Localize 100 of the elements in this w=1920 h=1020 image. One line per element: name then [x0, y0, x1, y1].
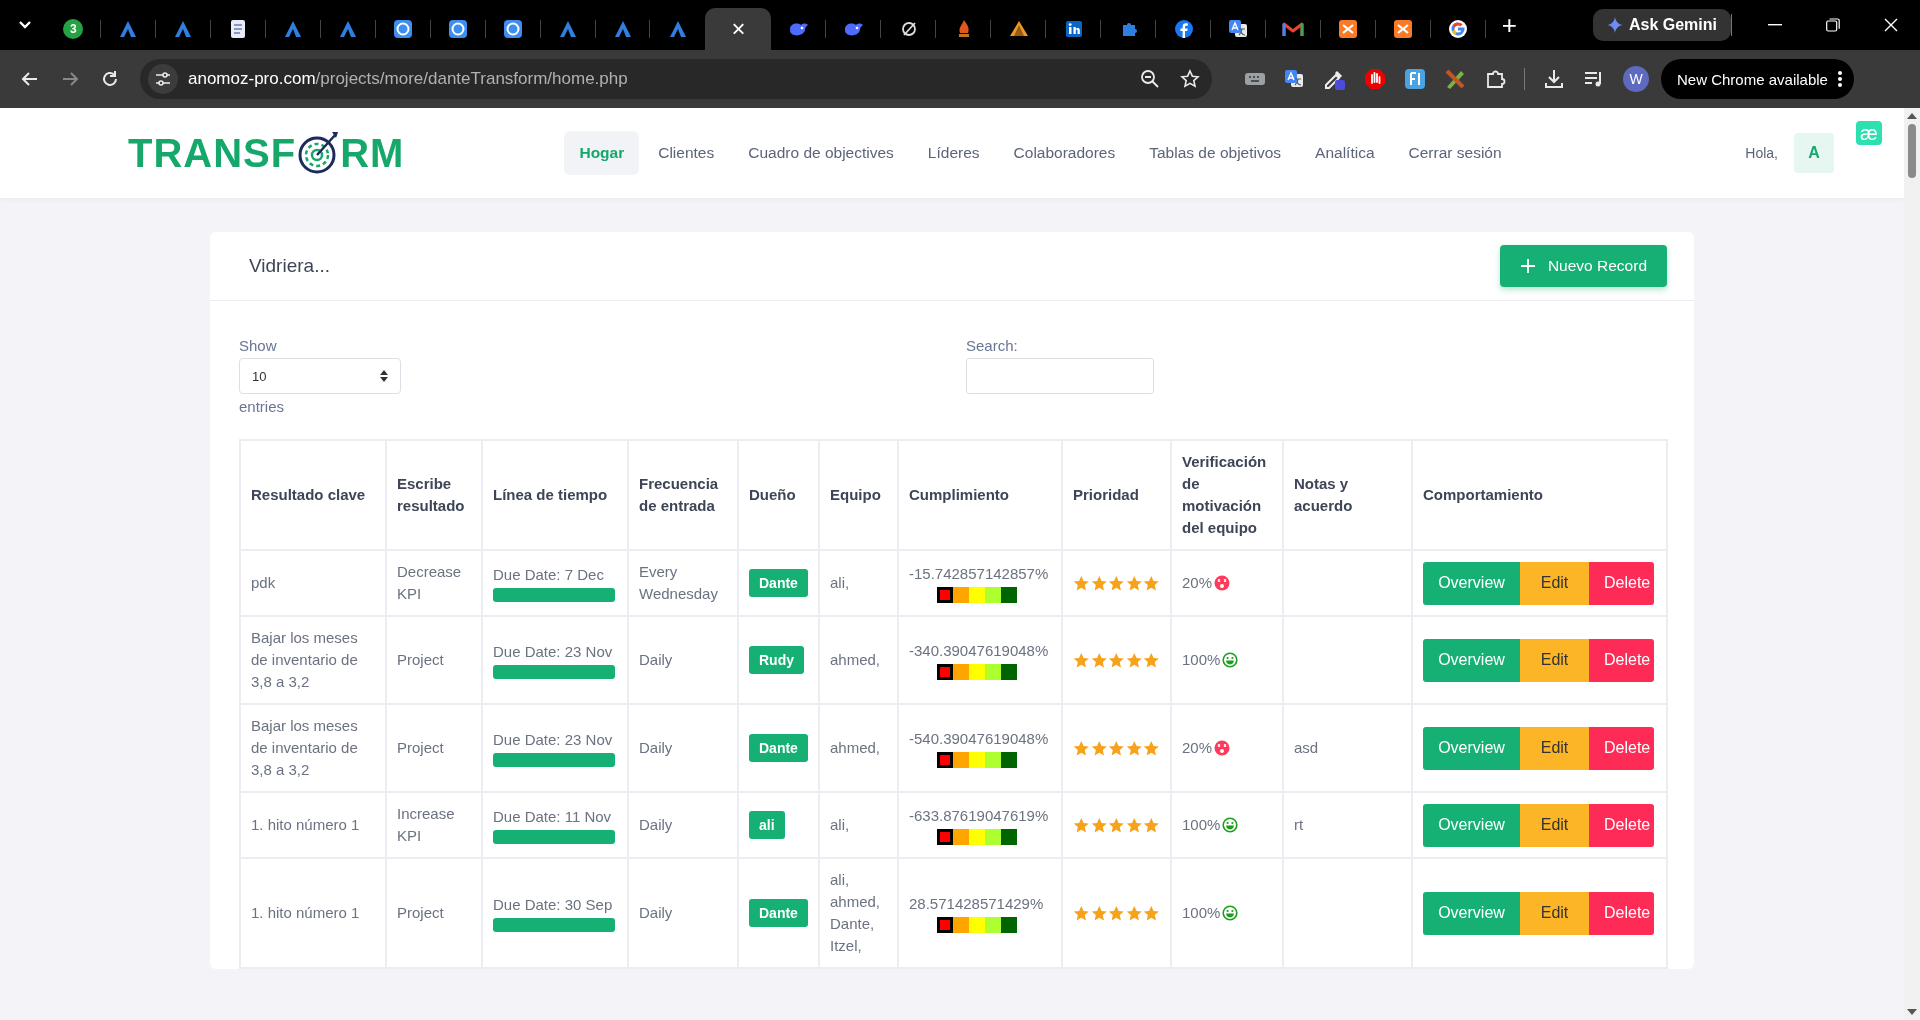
delete-button[interactable]: Delete	[1589, 726, 1654, 770]
table-cell: asd	[1283, 704, 1412, 792]
owner-badge: Rudy	[749, 646, 804, 674]
download-icon[interactable]	[1543, 68, 1565, 90]
close-icon[interactable]: ×	[731, 15, 746, 43]
owner-badge: Dante	[749, 899, 808, 927]
column-header: Dueño	[738, 440, 819, 550]
more-icon[interactable]	[1837, 70, 1842, 88]
column-header: Equipo	[819, 440, 898, 550]
forward-icon[interactable]	[61, 70, 79, 88]
back-icon[interactable]	[21, 70, 39, 88]
star-icon	[1143, 739, 1160, 757]
compliance-text: -540.39047619048%	[909, 729, 1049, 749]
pencil-icon[interactable]	[1444, 68, 1466, 90]
happy-face-icon	[1222, 905, 1239, 921]
table-cell: ali,	[819, 792, 898, 858]
compliance-text: -340.39047619048%	[909, 641, 1049, 661]
edit-button[interactable]: Edit	[1520, 803, 1589, 847]
delete-button[interactable]: Delete	[1589, 891, 1654, 935]
nav-link[interactable]: Analítica	[1300, 131, 1390, 175]
nav-link[interactable]: Cuadro de objectives	[733, 131, 909, 175]
triangle-icon	[613, 19, 633, 39]
entries-label: entries	[239, 398, 286, 415]
table-cell: Daily	[628, 858, 738, 968]
edit-button[interactable]: Edit	[1520, 561, 1589, 605]
zoom-out-icon[interactable]	[1140, 69, 1160, 89]
delete-button[interactable]: Delete	[1589, 561, 1654, 605]
bracket-icon[interactable]	[1404, 68, 1426, 90]
table-cell: Decrease KPI	[386, 550, 482, 616]
browser-tab[interactable]: 3	[46, 8, 101, 50]
ring-icon	[1448, 19, 1469, 39]
slashed-circle-icon	[899, 20, 918, 38]
motivation-text: 20%	[1182, 738, 1213, 758]
column-header: Cumplimiento	[898, 440, 1062, 550]
delete-button[interactable]: Delete	[1589, 638, 1654, 682]
keyboard-icon[interactable]	[1244, 71, 1266, 87]
scroll-down-icon[interactable]	[1907, 1008, 1917, 1016]
table-cell: ahmed,	[819, 616, 898, 704]
address-bar[interactable]: anomoz-pro.com/projects/more/danteTransform/home.php	[140, 59, 1212, 99]
star-icon	[1108, 651, 1125, 669]
site-settings-icon[interactable]	[155, 71, 171, 87]
profile-avatar[interactable]: W	[1623, 66, 1649, 92]
star-icon	[1143, 816, 1160, 834]
star-icon	[1090, 739, 1108, 757]
due-date-text: Due Date: 11 Nov	[493, 807, 613, 827]
column-header: Verificación de motivación del equipo	[1171, 440, 1283, 550]
delete-button[interactable]: Delete	[1589, 803, 1654, 847]
star-icon[interactable]	[1180, 69, 1200, 89]
edit-button[interactable]: Edit	[1520, 726, 1589, 770]
document-icon	[229, 19, 248, 39]
minimize-icon[interactable]	[1768, 24, 1782, 26]
scroll-up-icon[interactable]	[1907, 112, 1917, 120]
edit-button[interactable]: Edit	[1520, 638, 1589, 682]
page-size-select[interactable]: 10	[239, 358, 401, 394]
nav-link[interactable]: Cerrar sesión	[1393, 131, 1517, 175]
star-icon	[1073, 816, 1090, 834]
scrollbar-thumb[interactable]	[1908, 124, 1916, 178]
triangle-icon	[118, 19, 139, 39]
table-cell: Daily	[628, 704, 738, 792]
new-tab-button[interactable]: +	[1495, 9, 1523, 41]
update-button[interactable]: New Chrome available	[1661, 59, 1854, 99]
owner-badge: ali	[749, 811, 785, 839]
star-icon	[1108, 574, 1125, 592]
column-header: Escribe resultado	[386, 440, 482, 550]
column-header: Línea de tiempo	[482, 440, 628, 550]
motivation-text: 100%	[1182, 903, 1221, 923]
column-header: Prioridad	[1062, 440, 1171, 550]
star-icon	[1108, 816, 1125, 834]
table-cell: Project	[386, 704, 482, 792]
table-cell: Bajar los meses de inventario de 3,8 a 3,2	[240, 704, 386, 792]
star-icon	[1108, 904, 1125, 922]
search-field[interactable]	[966, 358, 1154, 394]
column-header: Comportamiento	[1412, 440, 1667, 550]
circle-logo-icon	[1173, 19, 1194, 39]
ask-gemini-button[interactable]: Ask Gemini	[1592, 9, 1731, 41]
owner-badge: Dante	[749, 569, 808, 597]
greeting-text: Hola,	[1745, 145, 1778, 161]
extensions-icon[interactable]	[1484, 68, 1506, 90]
edit-button[interactable]: Edit	[1520, 891, 1589, 935]
column-header: Notas y acuerdo	[1283, 440, 1412, 550]
nav-link[interactable]: Líderes	[912, 131, 995, 175]
happy-face-icon	[1222, 652, 1239, 668]
due-date-text: Due Date: 30 Sep	[493, 895, 614, 915]
restore-icon[interactable]	[1826, 18, 1840, 32]
table-cell: pdk	[240, 550, 386, 616]
close-icon[interactable]	[1884, 18, 1898, 32]
browser-tab[interactable]: ×	[705, 8, 772, 50]
show-label: Show	[239, 337, 278, 354]
due-date-text: Due Date: 23 Nov	[493, 730, 614, 750]
nav-link[interactable]: Tablas de objetivos	[1134, 131, 1297, 175]
nav-link[interactable]: Clientes	[643, 131, 730, 175]
translate-icon	[1228, 19, 1249, 39]
app-icon	[448, 19, 469, 39]
plus-icon	[1519, 258, 1536, 274]
nav-link[interactable]: Colaboradores	[998, 131, 1131, 175]
reload-icon[interactable]	[101, 70, 119, 88]
star-icon	[1125, 651, 1143, 669]
stop-hand-icon[interactable]	[1364, 68, 1386, 90]
star-icon	[1125, 816, 1143, 834]
logo-text: TRANSF	[128, 130, 297, 176]
